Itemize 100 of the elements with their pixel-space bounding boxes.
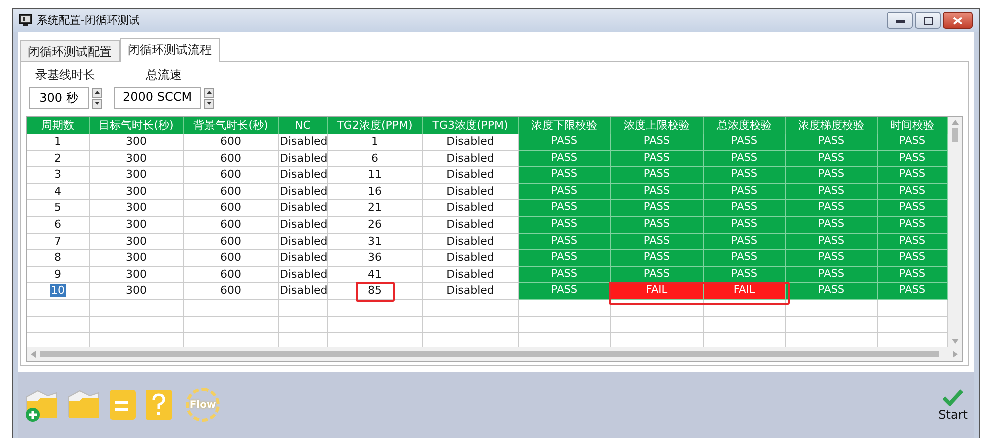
status-cell: PASS xyxy=(704,250,786,267)
status-cell: PASS xyxy=(704,216,786,234)
table-cell: Disabled xyxy=(279,251,329,264)
table-cell: 10 xyxy=(50,284,66,298)
table-cell: Disabled xyxy=(446,284,496,298)
status-cell: PASS xyxy=(878,283,948,300)
window-title: 系统配置-闭循环测试 xyxy=(37,13,140,28)
table-cell: 300 xyxy=(125,152,148,165)
table-cell: Disabled xyxy=(446,268,496,281)
status-cell: PASS xyxy=(786,184,878,200)
table-cell: Disabled xyxy=(446,135,496,148)
column-header[interactable]: TG2浓度(PPM) xyxy=(328,117,423,134)
status-cell: PASS xyxy=(519,234,611,250)
status-cell: PASS xyxy=(519,134,611,151)
status-cell: PASS xyxy=(704,167,786,184)
table-cell: 5 xyxy=(54,201,62,214)
status-cell: FAIL xyxy=(704,283,786,300)
status-cell: PASS xyxy=(611,184,704,200)
number-field[interactable]: 2000 SCCM xyxy=(114,87,202,109)
table-cell: Disabled xyxy=(279,234,329,248)
table-cell: 16 xyxy=(367,184,383,198)
status-cell: PASS xyxy=(878,250,948,267)
table-cell: Disabled xyxy=(446,201,496,214)
table-cell: 300 xyxy=(125,268,148,281)
table-cell: 600 xyxy=(220,218,242,231)
status-cell: PASS xyxy=(519,283,611,300)
status-cell: PASS xyxy=(704,184,786,200)
column-header[interactable]: 背景气时长(秒) xyxy=(184,117,279,134)
status-cell: PASS xyxy=(519,250,611,267)
status-cell: PASS xyxy=(704,150,786,168)
table-cell: 300 xyxy=(125,251,148,264)
column-header[interactable]: 周期数 xyxy=(27,117,90,134)
table-cell: 600 xyxy=(220,135,242,148)
status-cell: PASS xyxy=(519,184,611,200)
status-cell: PASS xyxy=(878,184,948,200)
table-cell: 600 xyxy=(220,284,242,298)
status-cell: PASS xyxy=(611,167,704,184)
column-header[interactable]: TG3浓度(PPM) xyxy=(423,117,519,134)
status-cell: PASS xyxy=(786,283,878,300)
status-cell: PASS xyxy=(704,200,786,217)
status-cell: PASS xyxy=(704,234,786,250)
table-cell: Disabled xyxy=(279,201,329,214)
table-cell: Disabled xyxy=(446,218,496,231)
table-cell: 300 xyxy=(125,184,148,198)
table-cell: Disabled xyxy=(446,168,496,182)
table-cell: 600 xyxy=(220,168,242,182)
status-cell: PASS xyxy=(611,234,704,250)
table-cell: 7 xyxy=(54,234,62,248)
start-button[interactable]: Start xyxy=(938,388,968,422)
table-cell: 36 xyxy=(367,251,383,264)
table-cell: Disabled xyxy=(446,152,496,165)
tab[interactable]: 闭循环测试流程 xyxy=(120,38,220,62)
table-cell: 11 xyxy=(367,168,383,182)
status-cell: PASS xyxy=(786,216,878,234)
flow-button[interactable]: Flow xyxy=(186,388,220,422)
table-cell: Disabled xyxy=(446,234,496,248)
table-cell: 1 xyxy=(370,135,380,148)
status-cell: PASS xyxy=(878,150,948,168)
tab[interactable]: 闭循环测试配置 xyxy=(20,40,120,61)
table-cell: 41 xyxy=(367,268,383,281)
table-cell: 31 xyxy=(367,234,383,248)
table-cell: Disabled xyxy=(279,168,329,182)
table-cell: 4 xyxy=(54,184,62,198)
status-cell: PASS xyxy=(519,200,611,217)
status-cell: PASS xyxy=(611,216,704,234)
status-cell: PASS xyxy=(519,266,611,284)
table-cell: 300 xyxy=(125,234,148,248)
table-cell: 300 xyxy=(125,201,148,214)
table-cell: Disabled xyxy=(279,218,329,231)
table-cell: Disabled xyxy=(279,135,329,148)
status-cell: PASS xyxy=(878,234,948,250)
column-header[interactable]: 目标气时长(秒) xyxy=(90,117,184,134)
status-cell: PASS xyxy=(786,200,878,217)
status-cell: PASS xyxy=(519,167,611,184)
table-cell: Disabled xyxy=(279,268,329,281)
status-cell: FAIL xyxy=(611,283,704,300)
table-cell: Disabled xyxy=(446,251,496,264)
table-cell: 3 xyxy=(54,168,62,182)
table-cell: Disabled xyxy=(279,284,329,298)
table-cell: 9 xyxy=(54,268,62,281)
table-cell: 600 xyxy=(220,152,242,165)
status-cell: PASS xyxy=(611,150,704,168)
table-cell: 6 xyxy=(370,152,380,165)
table-cell: 300 xyxy=(125,218,148,231)
status-cell: PASS xyxy=(786,234,878,250)
table-cell: 26 xyxy=(367,218,383,231)
table-cell: 1 xyxy=(54,135,62,148)
table-cell: Disabled xyxy=(279,152,329,165)
number-field[interactable]: 300 秒 xyxy=(29,87,89,109)
table-cell: 600 xyxy=(220,234,242,248)
status-cell: PASS xyxy=(611,250,704,267)
table-cell: 8 xyxy=(54,251,62,264)
table-cell: 21 xyxy=(367,201,383,214)
table-cell: 85 xyxy=(367,284,383,298)
status-cell: PASS xyxy=(704,134,786,151)
table-cell: 6 xyxy=(54,218,62,231)
status-cell: PASS xyxy=(786,250,878,267)
status-cell: PASS xyxy=(786,266,878,284)
status-cell: PASS xyxy=(878,216,948,234)
column-header[interactable]: NC xyxy=(279,117,328,134)
